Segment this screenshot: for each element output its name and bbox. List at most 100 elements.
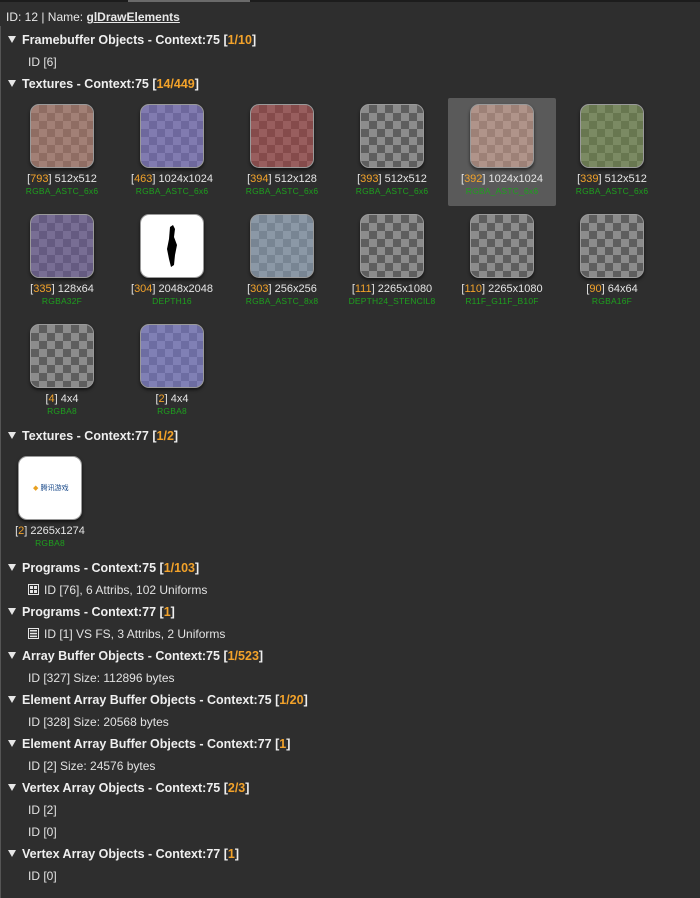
list-item[interactable]: ID [6]: [8, 54, 698, 76]
list-item[interactable]: ID [76], 6 Attribs, 102 Uniforms: [8, 582, 698, 604]
texture-tile[interactable]: [303] 256x256 RGBA_ASTC_8x8: [228, 208, 336, 316]
texture-preview: [251, 215, 313, 277]
texture-thumbnail: [30, 104, 94, 168]
texture-tile[interactable]: ◆ 腾讯游戏 [2] 2265x1274 RGBA8: [0, 450, 104, 558]
texture-thumbnail: [470, 214, 534, 278]
texture-format: RGBA_ASTC_6x6: [245, 186, 319, 196]
texture-thumbnail: [140, 214, 204, 278]
texture-thumbnail: [250, 214, 314, 278]
texture-tile[interactable]: [793] 512x512 RGBA_ASTC_6x6: [8, 98, 116, 206]
texture-caption: [392] 1024x1024: [461, 173, 543, 185]
texture-preview: [31, 105, 93, 167]
texture-tile[interactable]: [339] 512x512 RGBA_ASTC_6x6: [558, 98, 666, 206]
texture-caption: [304] 2048x2048: [131, 283, 213, 295]
section-header[interactable]: Vertex Array Objects - Context:77 [1]: [8, 846, 698, 868]
section-count: 2/3: [227, 781, 246, 795]
expand-triangle-icon[interactable]: [8, 696, 16, 703]
texture-caption: [303] 256x256: [247, 283, 317, 295]
texture-tile[interactable]: [304] 2048x2048 DEPTH16: [118, 208, 226, 316]
section-count: 1/2: [156, 429, 174, 443]
texture-format: RGBA_ASTC_6x6: [135, 186, 209, 196]
texture-tile[interactable]: [392] 1024x1024 RGBA_ASTC_6x6: [448, 98, 556, 206]
texture-format: R11F_G11F_B10F: [465, 296, 539, 306]
section-header[interactable]: Array Buffer Objects - Context:75 [1/523…: [8, 648, 698, 670]
texture-tile[interactable]: [335] 128x64 RGBA32F: [8, 208, 116, 316]
expand-triangle-icon[interactable]: [8, 740, 16, 747]
section-header[interactable]: Element Array Buffer Objects - Context:7…: [8, 692, 698, 714]
section-label: Vertex Array Objects - Context:77: [22, 847, 224, 861]
texture-caption: [793] 512x512: [27, 173, 97, 185]
expand-triangle-icon[interactable]: [8, 432, 16, 439]
texture-caption: [463] 1024x1024: [131, 173, 213, 185]
list-item[interactable]: ID [0]: [8, 824, 698, 846]
call-name: glDrawElements: [86, 10, 180, 24]
texture-caption: [2] 4x4: [155, 393, 189, 405]
texture-caption: [111] 2265x1080: [351, 283, 433, 295]
list-item[interactable]: ID [2] Size: 24576 bytes: [8, 758, 698, 780]
program-grid-icon: [28, 584, 39, 595]
texture-tile[interactable]: [393] 512x512 RGBA_ASTC_6x6: [338, 98, 446, 206]
call-title: ID: 12 | Name: glDrawElements: [6, 10, 180, 24]
section-header[interactable]: Textures - Context:75 [14/449]: [8, 76, 698, 98]
section-programs-75: Programs - Context:75 [1/103] ID [76], 6…: [8, 560, 698, 604]
texture-format: RGBA_ASTC_6x6: [575, 186, 649, 196]
texture-tile[interactable]: [394] 512x128 RGBA_ASTC_6x6: [228, 98, 336, 206]
section-header[interactable]: Framebuffer Objects - Context:75 [1/10]: [8, 32, 698, 54]
program-list-icon: [28, 628, 39, 639]
texture-tile[interactable]: [463] 1024x1024 RGBA_ASTC_6x6: [118, 98, 226, 206]
expand-triangle-icon[interactable]: [8, 784, 16, 791]
list-item[interactable]: ID [0]: [8, 868, 698, 890]
expand-triangle-icon[interactable]: [8, 80, 16, 87]
texture-caption: [110] 2265x1080: [461, 283, 543, 295]
section-label: Textures - Context:77: [22, 429, 153, 443]
section-header[interactable]: Programs - Context:75 [1/103]: [8, 560, 698, 582]
texture-grid: ◆ 腾讯游戏 [2] 2265x1274 RGBA8: [8, 450, 698, 560]
list-item[interactable]: ID [1] VS FS, 3 Attribs, 2 Uniforms: [8, 626, 698, 648]
section-count: 1: [163, 605, 171, 619]
texture-thumbnail: [140, 324, 204, 388]
texture-tile[interactable]: [2] 4x4 RGBA8: [118, 318, 226, 426]
texture-tile[interactable]: [90] 64x64 RGBA16F: [558, 208, 666, 316]
expand-triangle-icon[interactable]: [8, 850, 16, 857]
texture-tile[interactable]: [110] 2265x1080 R11F_G11F_B10F: [448, 208, 556, 316]
texture-format: RGBA8: [35, 538, 65, 548]
texture-format: RGBA_ASTC_8x8: [245, 296, 319, 306]
texture-thumbnail: ◆ 腾讯游戏: [18, 456, 82, 520]
texture-thumbnail: [470, 104, 534, 168]
section-element-array-buffer-objects-75: Element Array Buffer Objects - Context:7…: [8, 692, 698, 736]
texture-thumbnail: [580, 214, 644, 278]
texture-tile[interactable]: [111] 2265x1080 DEPTH24_STENCIL8: [338, 208, 446, 316]
texture-preview: [471, 105, 533, 167]
texture-caption: [394] 512x128: [247, 173, 317, 185]
list-item[interactable]: ID [327] Size: 112896 bytes: [8, 670, 698, 692]
section-count: 14/449: [156, 77, 195, 91]
texture-tile[interactable]: [4] 4x4 RGBA8: [8, 318, 116, 426]
texture-thumbnail: [360, 104, 424, 168]
expand-triangle-icon[interactable]: [8, 608, 16, 615]
texture-format: RGBA32F: [41, 296, 83, 306]
texture-caption: [393] 512x512: [357, 173, 427, 185]
section-count: 1: [227, 847, 235, 861]
section-header[interactable]: Vertex Array Objects - Context:75 [2/3]: [8, 780, 698, 802]
list-item[interactable]: ID [2]: [8, 802, 698, 824]
section-label: Element Array Buffer Objects - Context:7…: [22, 737, 276, 751]
expand-triangle-icon[interactable]: [8, 36, 16, 43]
expand-triangle-icon[interactable]: [8, 564, 16, 571]
section-textures-75: Textures - Context:75 [14/449] [793] 512…: [8, 76, 698, 428]
resource-tree: Framebuffer Objects - Context:75 [1/10] …: [8, 32, 698, 890]
section-element-array-buffer-objects-77: Element Array Buffer Objects - Context:7…: [8, 736, 698, 780]
texture-format: RGBA8: [47, 406, 77, 416]
texture-caption: [90] 64x64: [586, 283, 638, 295]
expand-triangle-icon[interactable]: [8, 652, 16, 659]
list-item[interactable]: ID [328] Size: 20568 bytes: [8, 714, 698, 736]
section-header[interactable]: Textures - Context:77 [1/2]: [8, 428, 698, 450]
section-vertex-array-objects-75: Vertex Array Objects - Context:75 [2/3] …: [8, 780, 698, 846]
section-header[interactable]: Programs - Context:77 [1]: [8, 604, 698, 626]
texture-thumbnail: [30, 324, 94, 388]
texture-format: RGBA16F: [591, 296, 633, 306]
section-framebuffer-objects-75: Framebuffer Objects - Context:75 [1/10] …: [8, 32, 698, 76]
section-label: Programs - Context:75: [22, 561, 160, 575]
texture-format: RGBA_ASTC_6x6: [465, 186, 539, 196]
section-header[interactable]: Element Array Buffer Objects - Context:7…: [8, 736, 698, 758]
logo-text: 腾讯游戏: [40, 484, 69, 492]
